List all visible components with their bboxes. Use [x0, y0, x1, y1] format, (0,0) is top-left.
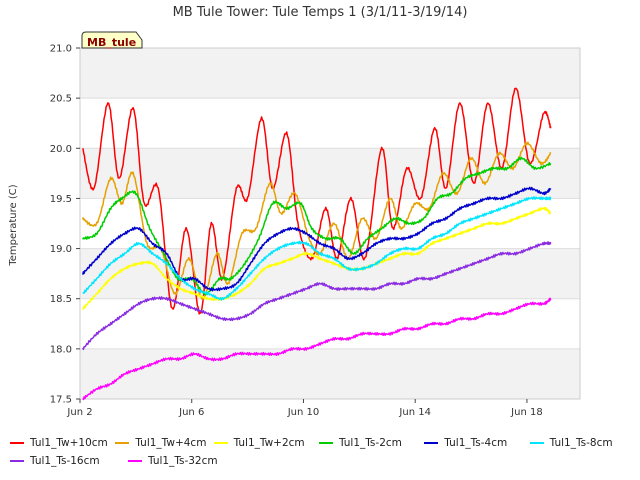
y-tick-label: 20.5	[50, 94, 72, 105]
legend-label: Tul1_Ts-32cm	[148, 455, 218, 467]
chart-title: MB Tule Tower: Tule Temps 1 (3/1/11-3/19…	[173, 5, 468, 20]
legend-item: Tul1_Ts-8cm	[529, 437, 635, 449]
legend-label: Tul1_Ts-16cm	[30, 455, 100, 467]
x-tick-label: Jun 10	[287, 407, 320, 418]
legend-label: Tul1_Tw+4cm	[135, 437, 207, 449]
y-tick-label: 18.5	[50, 294, 72, 305]
x-tick-label: Jun 18	[510, 407, 543, 418]
legend-swatch	[128, 460, 142, 462]
legend-swatch	[10, 442, 24, 444]
shaded-band-3	[80, 48, 580, 99]
legend-item: Tul1_Tw+4cm	[115, 437, 213, 449]
y-tick-label: 19.0	[50, 244, 72, 255]
x-tick-label: Jun 2	[66, 407, 92, 418]
x-axis-ticks: Jun 2 Jun 6 Jun 10 Jun 14 Jun 18	[66, 399, 543, 418]
legend-item: Tul1_Ts-32cm	[128, 455, 238, 467]
legend: Tul1_Tw+10cm Tul1_Tw+4cm Tul1_Tw+2cm Tul1_T…	[10, 434, 635, 470]
legend-item: Tul1_Ts-16cm	[10, 455, 128, 467]
legend-swatch	[115, 442, 130, 444]
legend-label: Tul1_Ts-4cm	[444, 437, 508, 449]
y-axis-label: Temperature (C)	[8, 184, 19, 266]
legend-label: Tul1_Tw+2cm	[233, 437, 305, 449]
legend-row: Tul1_Tw+10cm Tul1_Tw+4cm Tul1_Tw+2cm Tul1_T…	[10, 434, 635, 452]
legend-row: Tul1_Ts-16cm Tul1_Ts-32cm	[10, 452, 635, 470]
y-tick-label: 18.0	[50, 344, 72, 355]
legend-swatch	[318, 442, 333, 444]
station-badge-label: MB_tule	[87, 36, 136, 49]
legend-item: Tul1_Ts-2cm	[318, 437, 424, 449]
y-axis-ticks: 17.5 18.0 18.5 19.0 19.5 20.0 20.5 21.0	[50, 44, 80, 406]
temperature-chart: 17.518.018.519.019.520.020.521.0 Jun 2 Ju…	[8, 5, 581, 418]
legend-label: Tul1_Ts-8cm	[549, 437, 613, 449]
legend-label: Tul1_Tw+10cm	[30, 437, 108, 449]
legend-swatch	[213, 442, 228, 444]
legend-item: Tul1_Ts-4cm	[424, 437, 529, 449]
station-badge: MB_tule	[81, 31, 143, 49]
legend-item: Tul1_Tw+2cm	[213, 437, 319, 449]
x-tick-label: Jun 6	[178, 407, 204, 418]
legend-swatch	[529, 442, 544, 444]
legend-swatch	[424, 442, 439, 444]
legend-swatch	[10, 460, 24, 462]
y-tick-label: 17.5	[50, 395, 72, 406]
y-tick-label: 20.0	[50, 144, 72, 155]
legend-item: Tul1_Tw+10cm	[10, 437, 115, 449]
shaded-band-0	[80, 348, 580, 399]
x-tick-label: Jun 14	[398, 407, 431, 418]
legend-label: Tul1_Ts-2cm	[338, 437, 402, 449]
y-tick-label: 19.5	[50, 194, 72, 205]
y-tick-label: 21.0	[50, 44, 72, 55]
